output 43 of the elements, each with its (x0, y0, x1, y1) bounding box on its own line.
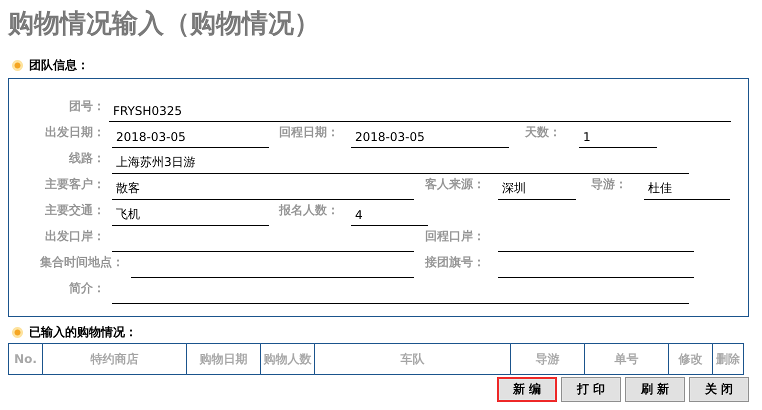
field-label: 接团旗号： (424, 254, 485, 271)
field-label: 导游： (590, 176, 627, 193)
field-label: 天数： (524, 124, 561, 141)
field-label: 出发口岸： (44, 228, 105, 245)
field-label: 团号： (68, 98, 105, 115)
section-heading: 团队信息： (29, 56, 89, 74)
action-button[interactable]: 关 闭 (689, 377, 749, 402)
action-button[interactable]: 刷 新 (625, 377, 685, 402)
column-header: 单号 (585, 344, 669, 374)
input-field[interactable]: 2018-03-05 (351, 126, 509, 148)
field-label: 主要客户： (44, 176, 105, 193)
page-title: 购物情况输入（购物情况） (8, 8, 321, 41)
field-label: 线路： (68, 150, 105, 167)
input-field[interactable]: 深圳 (498, 178, 576, 200)
field-label: 客人来源： (424, 176, 485, 193)
input-field[interactable]: 1 (579, 126, 657, 148)
column-header: 特约商店 (43, 344, 187, 374)
column-header: 删除 (714, 350, 741, 368)
input-field[interactable]: 杜佳 (644, 178, 730, 200)
column-header: No. (9, 344, 43, 374)
sun-icon (12, 326, 23, 338)
field-label: 回程日期： (278, 124, 339, 141)
field-label: 出发日期： (44, 124, 105, 141)
input-field[interactable]: 2018-03-05 (112, 126, 269, 148)
input-field[interactable]: 散客 (112, 178, 414, 200)
section-heading: 已输入的购物情况： (29, 324, 137, 340)
field-label: 报名人数： (278, 202, 339, 219)
action-button[interactable]: 打 印 (561, 377, 621, 402)
column-header: 导游 (511, 344, 585, 374)
field-label: 回程口岸： (424, 228, 485, 245)
field-label: 集合时间地点： (39, 254, 124, 271)
input-field[interactable]: 上海苏州3日游 (112, 152, 689, 174)
field-label: 主要交通： (44, 202, 105, 219)
column-header: 车队 (315, 344, 511, 374)
input-field[interactable]: 飞机 (112, 204, 269, 226)
input-field[interactable]: FRYSH0325 (109, 100, 731, 122)
action-button[interactable]: 新 编 (497, 377, 557, 402)
field-label: 简介： (68, 280, 105, 297)
column-header: 购物日期 (187, 344, 261, 374)
input-field[interactable]: 4 (351, 204, 428, 226)
column-header: 购物人数 (261, 344, 315, 374)
sun-icon (12, 60, 23, 70)
column-header: 修改 (669, 344, 713, 374)
